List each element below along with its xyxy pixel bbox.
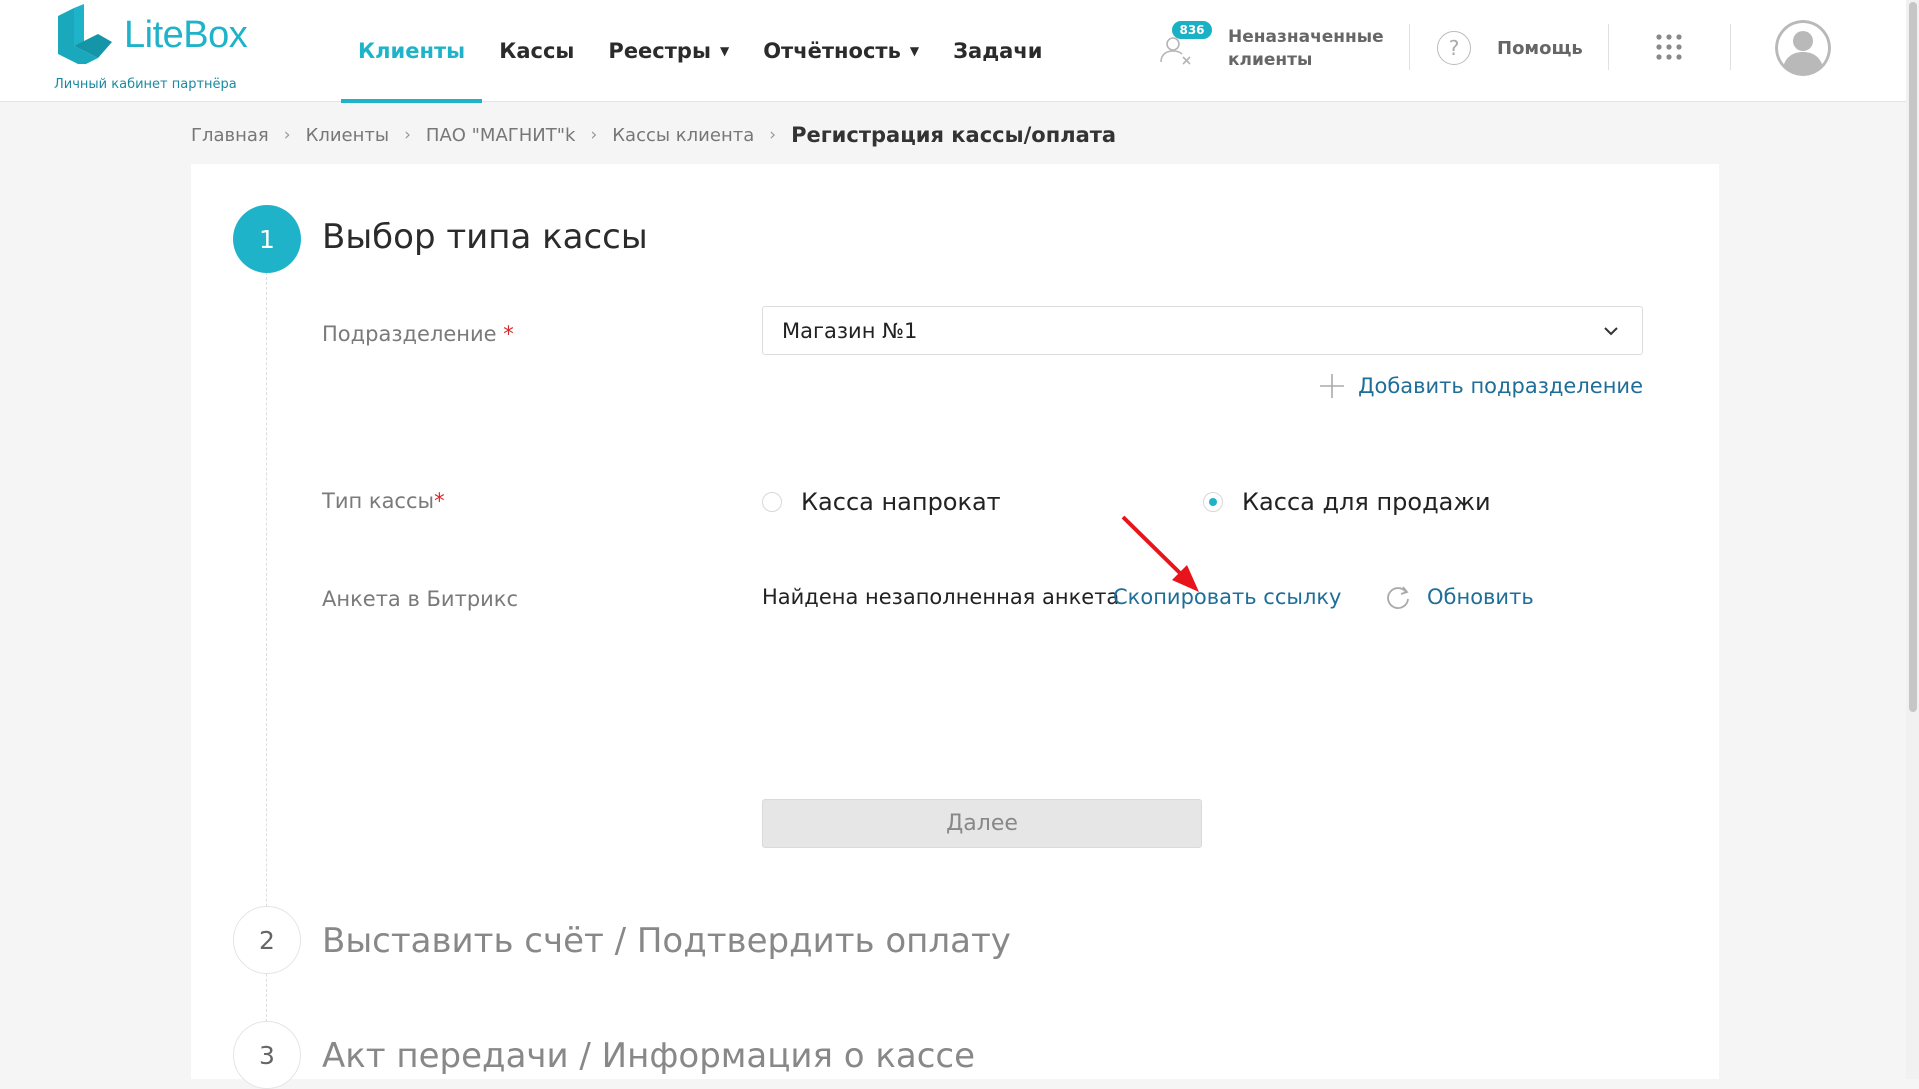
radio-sale[interactable] — [1203, 492, 1223, 512]
nav-label: Реестры — [608, 39, 711, 63]
next-button[interactable]: Далее — [762, 799, 1202, 848]
kassa-type-label-text: Тип кассы — [322, 489, 435, 513]
refresh-icon — [1387, 586, 1409, 609]
user-avatar[interactable] — [1775, 20, 1831, 76]
logo-name: LiteBox — [124, 14, 248, 56]
nav-reports[interactable]: Отчётность ▼ — [746, 0, 936, 102]
unassigned-label: Неназначенные клиенты — [1228, 27, 1384, 70]
breadcrumb-client-kassy[interactable]: Кассы клиента — [612, 125, 754, 146]
step-1-title: Выбор типа кассы — [322, 217, 648, 257]
red-arrow-icon — [1121, 515, 1199, 592]
breadcrumb: Главная › Клиенты › ПАО "МАГНИТ"k › Касс… — [191, 120, 1116, 150]
plus-icon — [1320, 374, 1345, 398]
help-button[interactable]: ? Помощь — [1437, 28, 1583, 68]
apps-grid-icon[interactable] — [1656, 34, 1682, 60]
nav-label: Кассы — [499, 39, 575, 63]
radio-rental-label: Касса напрокат — [801, 488, 1001, 516]
header-divider — [1730, 24, 1731, 70]
breadcrumb-client[interactable]: ПАО "МАГНИТ"k — [426, 125, 576, 146]
header-divider — [1608, 24, 1609, 70]
unassigned-clients[interactable]: 836 Неназначенные клиенты — [1158, 18, 1388, 80]
chevron-right-icon: › — [769, 125, 777, 145]
add-subdivision-button[interactable]: Добавить подразделение — [1319, 371, 1643, 401]
step-2-title: Выставить счёт / Подтвердить оплату — [322, 921, 1011, 961]
breadcrumb-current: Регистрация кассы/оплата — [791, 123, 1117, 147]
nav-clients[interactable]: Клиенты — [341, 0, 483, 103]
subdivision-label-text: Подразделение — [322, 322, 497, 346]
main-nav: Клиенты Кассы Реестры ▼ Отчётность ▼ Зад… — [341, 0, 1059, 103]
required-mark: * — [503, 322, 514, 346]
subdivision-label: Подразделение * — [322, 322, 514, 346]
nav-tasks[interactable]: Задачи — [936, 0, 1059, 102]
breadcrumb-clients[interactable]: Клиенты — [306, 125, 390, 146]
registration-card: 1 Выбор типа кассы Подразделение * Магаз… — [191, 164, 1719, 1089]
caret-down-icon: ▼ — [719, 44, 730, 58]
nav-registry[interactable]: Реестры ▼ — [591, 0, 746, 102]
nav-label: Задачи — [953, 39, 1043, 63]
radio-sale-option[interactable]: Касса для продажи — [1203, 486, 1491, 518]
required-mark: * — [434, 489, 445, 513]
step-1-number: 1 — [233, 205, 301, 273]
nav-label: Отчётность — [763, 39, 901, 63]
step-3-title: Акт передачи / Информация о кассе — [322, 1036, 976, 1076]
breadcrumb-home[interactable]: Главная — [191, 125, 269, 146]
chevron-right-icon: › — [590, 125, 598, 145]
caret-down-icon: ▼ — [909, 44, 920, 58]
chevron-right-icon: › — [404, 125, 411, 145]
add-subdivision-label: Добавить подразделение — [1358, 374, 1643, 398]
litebox-cube-icon — [58, 4, 112, 64]
chevron-right-icon: › — [283, 125, 291, 145]
nav-kassy[interactable]: Кассы — [482, 0, 591, 102]
logo-subtitle: Личный кабинет партнёра — [54, 77, 237, 92]
kassa-type-label: Тип кассы* — [322, 489, 445, 513]
radio-sale-label: Касса для продажи — [1242, 488, 1491, 516]
header-divider — [1409, 24, 1410, 70]
bitrix-status: Найдена незаполненная анкета — [762, 585, 1120, 609]
radio-rental[interactable] — [762, 492, 782, 512]
refresh-button[interactable]: Обновить — [1384, 580, 1534, 614]
unassigned-count-badge: 836 — [1172, 21, 1212, 39]
radio-rental-option[interactable]: Касса напрокат — [762, 486, 1001, 518]
nav-label: Клиенты — [358, 39, 466, 63]
litebox-logo[interactable]: LiteBox Личный кабинет партнёра — [54, 4, 264, 96]
subdivision-value: Магазин №1 — [782, 318, 918, 343]
step-2-number: 2 — [233, 906, 301, 974]
question-icon: ? — [1437, 31, 1471, 65]
help-label: Помощь — [1497, 37, 1583, 59]
top-header: LiteBox Личный кабинет партнёра Клиенты … — [0, 0, 1906, 103]
bitrix-label: Анкета в Битрикс — [322, 587, 519, 611]
refresh-label: Обновить — [1427, 585, 1534, 609]
user-avatar-icon — [1775, 20, 1831, 76]
scrollbar-thumb[interactable] — [1909, 2, 1917, 712]
chevron-down-icon — [1604, 327, 1618, 336]
subdivision-select[interactable]: Магазин №1 — [762, 306, 1643, 355]
